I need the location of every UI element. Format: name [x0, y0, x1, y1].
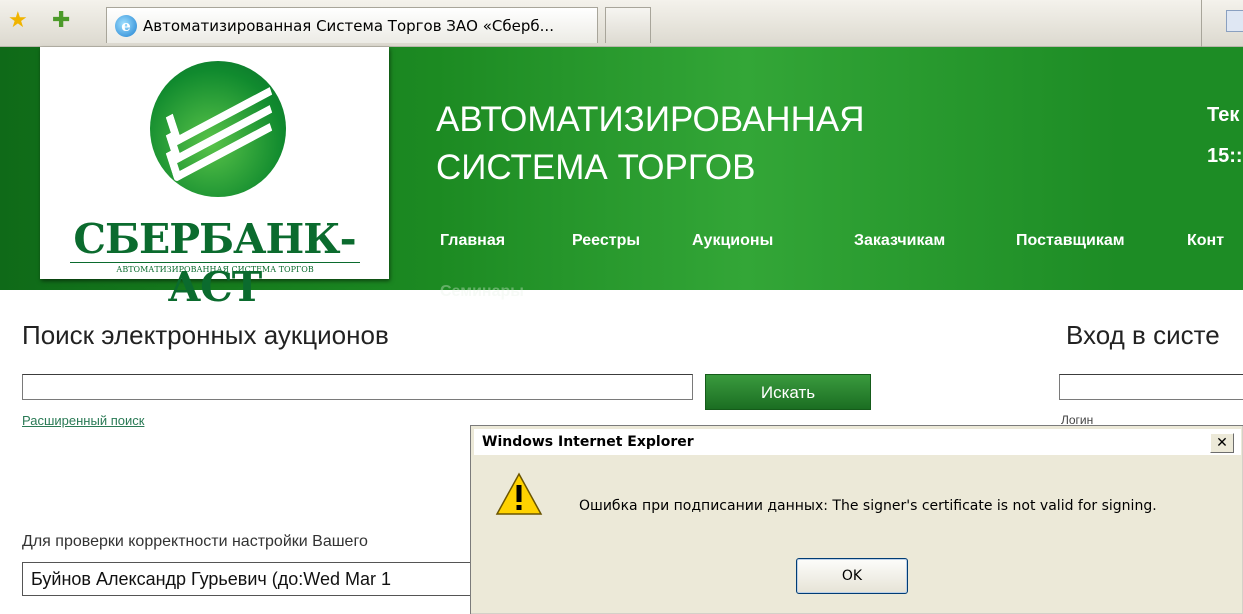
nav-item-home[interactable]: Главная — [440, 232, 505, 250]
site-title-line2: СИСТЕМА ТОРГОВ — [436, 148, 756, 187]
nav-item-seminars[interactable]: Семинары — [440, 283, 524, 301]
tab-title: Автоматизированная Система Торгов ЗАО «С… — [143, 16, 554, 35]
login-input[interactable] — [1059, 374, 1243, 400]
dialog-message: Ошибка при подписании данных: The signer… — [579, 498, 1157, 514]
logo-subtitle: АВТОМАТИЗИРОВАННАЯ СИСТЕМА ТОРГОВ — [70, 262, 360, 274]
site-title-line1: АВТОМАТИЗИРОВАННАЯ — [436, 100, 865, 139]
search-title: Поиск электронных аукционов — [22, 320, 389, 350]
error-dialog: Windows Internet Explorer ✕ Ошибка при п… — [470, 425, 1243, 614]
nav-item-contacts[interactable]: Конт — [1187, 232, 1224, 250]
ok-button[interactable]: OK — [796, 558, 908, 594]
nav-item-auctions[interactable]: Аукционы — [692, 232, 773, 250]
home-icon[interactable] — [1226, 10, 1243, 32]
favorites-star-icon[interactable]: ★ — [8, 10, 28, 32]
logo-emblem — [150, 61, 286, 197]
time-value: 15:: — [1207, 145, 1243, 167]
advanced-search-link[interactable]: Расширенный поиск — [22, 413, 144, 428]
time-label: Тек — [1207, 104, 1240, 126]
browser-tab-active[interactable]: e Автоматизированная Система Торгов ЗАО … — [106, 7, 598, 43]
logo[interactable]: СБЕРБАНК-АСТ АВТОМАТИЗИРОВАННАЯ СИСТЕМА … — [40, 47, 389, 311]
browser-tab-bar: ★ ✚ e Автоматизированная Система Торгов … — [0, 0, 1243, 47]
dialog-title: Windows Internet Explorer — [482, 434, 694, 450]
nav-item-suppliers[interactable]: Поставщикам — [1016, 232, 1125, 250]
ie-logo-icon: e — [115, 14, 137, 37]
new-tab-button[interactable] — [605, 7, 651, 43]
nav-item-customers[interactable]: Заказчикам — [854, 232, 945, 250]
nav-item-registries[interactable]: Реестры — [572, 232, 640, 250]
command-bar — [1201, 0, 1243, 47]
close-button[interactable]: ✕ — [1210, 433, 1234, 453]
search-button[interactable]: Искать — [705, 374, 871, 410]
certificate-check-text: Для проверки корректности настройки Ваше… — [22, 533, 368, 550]
dialog-titlebar[interactable]: Windows Internet Explorer ✕ — [474, 429, 1241, 455]
search-input[interactable] — [22, 374, 693, 400]
add-favorites-icon[interactable]: ✚ — [52, 10, 70, 32]
site-title: АВТОМАТИЗИРОВАННАЯ СИСТЕМА ТОРГОВ — [436, 96, 864, 192]
close-icon: ✕ — [1216, 435, 1228, 451]
login-title: Вход в систе — [1066, 320, 1220, 350]
certificate-select[interactable]: Буйнов Александр Гурьевич (до:Wed Mar 1 — [22, 562, 476, 596]
